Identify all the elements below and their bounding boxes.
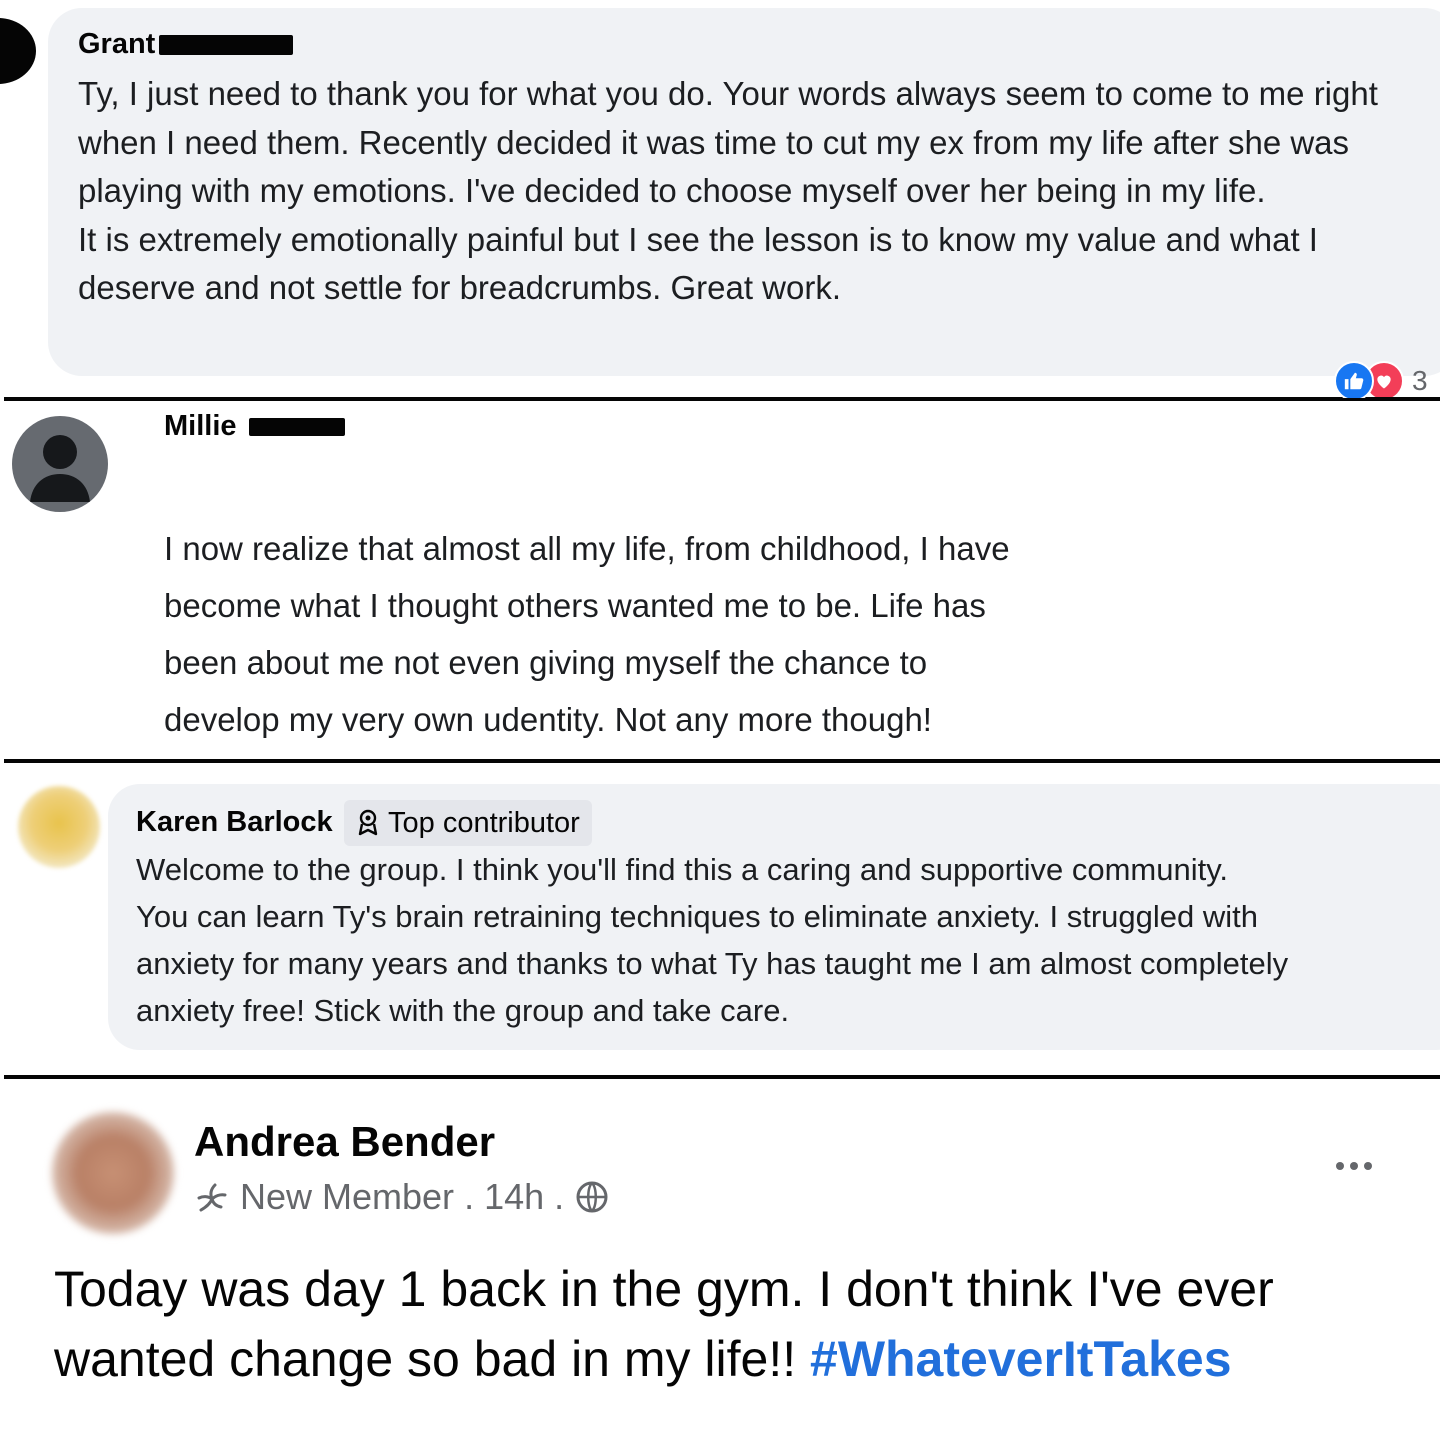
comment-millie: Millie I now realize that almost all my … [0,402,1440,760]
reaction-count: 3 [1412,365,1428,396]
avatar[interactable] [0,18,36,84]
default-user-icon [30,435,90,502]
top-contributor-icon [358,809,378,836]
comment-author[interactable]: Millie [164,410,345,443]
post-meta: New Member . 14h . [194,1176,610,1218]
post-andrea: Andrea Bender New Member . 14h . Today w… [0,1080,1440,1392]
reaction-summary[interactable]: 3 [1334,361,1428,398]
comment-author[interactable]: Grant [78,28,294,61]
avatar[interactable] [12,416,108,512]
top-contributor-badge[interactable]: Top contributor [344,800,592,846]
post-time[interactable]: 14h [484,1176,544,1218]
meta-separator: . [554,1176,565,1217]
like-icon [1334,361,1374,398]
author-name[interactable]: Karen Barlock [136,806,333,839]
comment-grant: Grant Ty, I just need to thank you for w… [0,0,1440,398]
redaction-mark [159,35,294,56]
post-text: Today was day 1 back in the gym. I don't… [54,1254,1434,1392]
badge-label: Top contributor [388,806,580,839]
post-author[interactable]: Andrea Bender [194,1118,495,1166]
divider [4,397,1440,401]
author-name[interactable]: Grant [78,28,155,60]
globe-icon[interactable] [574,1179,610,1215]
hashtag-link[interactable]: #WhateverItTakes [810,1331,1231,1387]
more-options-icon[interactable] [1336,1162,1372,1170]
avatar[interactable] [18,786,100,868]
divider [4,759,1440,763]
avatar[interactable] [52,1112,174,1234]
comment-karen: Karen Barlock Top contributor Welcome to… [0,764,1440,1076]
redaction-mark [248,418,345,437]
divider [4,1075,1440,1079]
member-label[interactable]: New Member [240,1176,454,1218]
comment-text: Welcome to the group. I think you'll fin… [136,852,1289,1028]
comment-text: Ty, I just need to thank you for what yo… [78,75,1378,306]
new-member-icon [197,1183,227,1212]
meta-separator: . [464,1176,475,1217]
comment-text: I now realize that almost all my life, f… [164,530,1010,738]
author-name[interactable]: Millie [164,410,237,442]
